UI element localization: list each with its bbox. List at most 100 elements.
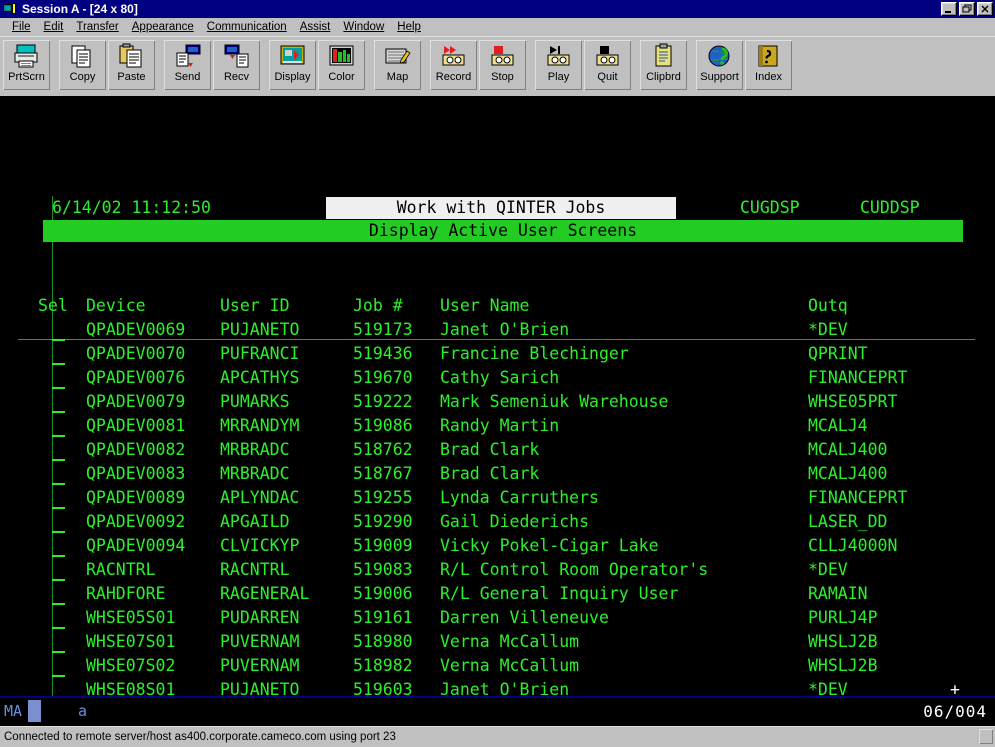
- cell-username: Darren Villeneuve: [440, 608, 609, 627]
- cell-username: R/L Control Room Operator's: [440, 560, 709, 579]
- cell-jobnum: 519173: [353, 320, 413, 339]
- quit-icon: [593, 43, 623, 70]
- cell-jobnum: 519255: [353, 488, 413, 507]
- row-divider-line: [18, 339, 975, 340]
- cell-outq: QPRINT: [808, 344, 868, 363]
- cell-outq: RAMAIN: [808, 584, 868, 603]
- stop-button[interactable]: Stop: [478, 39, 527, 91]
- minimize-button[interactable]: [941, 2, 957, 16]
- sel-input-field[interactable]: [52, 603, 65, 605]
- cell-username: Randy Martin: [440, 416, 560, 435]
- cell-outq: *DEV: [808, 320, 848, 339]
- sel-input-field[interactable]: [52, 555, 65, 557]
- sel-input-field[interactable]: [52, 627, 65, 629]
- index-label: Index: [755, 71, 782, 83]
- sel-input-field[interactable]: [52, 531, 65, 533]
- sel-input-field[interactable]: [52, 507, 65, 509]
- menu-item-appearance[interactable]: Appearance: [126, 20, 201, 34]
- cell-jobnum: 519083: [353, 560, 413, 579]
- status-message: Connected to remote server/host as400.co…: [4, 731, 396, 743]
- resize-grip[interactable]: [979, 729, 993, 744]
- sel-input-field[interactable]: [52, 579, 65, 581]
- restore-button[interactable]: [959, 2, 975, 16]
- menu-item-assist[interactable]: Assist: [294, 20, 338, 34]
- globe-support-icon: [705, 43, 735, 70]
- color-icon: [327, 43, 357, 70]
- play-label: Play: [547, 71, 570, 83]
- prtscrn-button[interactable]: PrtScrn: [2, 39, 51, 91]
- sel-input-field[interactable]: [52, 411, 65, 413]
- play-button[interactable]: Play: [534, 39, 583, 91]
- record-button[interactable]: Record: [429, 39, 478, 91]
- stop-label: Stop: [491, 71, 514, 83]
- cell-username: Brad Clark: [440, 464, 540, 483]
- cell-userid: RAGENERAL: [220, 584, 310, 603]
- menu-item-help[interactable]: Help: [391, 20, 428, 34]
- operator-information-area: MA a 06/004: [0, 696, 995, 726]
- menu-item-transfer[interactable]: Transfer: [70, 20, 125, 34]
- oia-mode: MA: [4, 702, 23, 720]
- recv-label: Recv: [223, 71, 250, 83]
- clipboard-icon: [649, 43, 679, 70]
- menu-item-edit[interactable]: Edit: [38, 20, 71, 34]
- cell-userid: APLYNDAC: [220, 488, 300, 507]
- sel-input-field[interactable]: [52, 651, 65, 653]
- menu-item-window[interactable]: Window: [337, 20, 391, 34]
- quit-button[interactable]: Quit: [583, 39, 632, 91]
- cell-device: QPADEV0089: [86, 488, 186, 507]
- oia-cursor-block: [28, 700, 41, 722]
- menu-item-file[interactable]: File: [6, 20, 38, 34]
- copy-icon: [68, 43, 98, 70]
- cell-userid: PUDARREN: [220, 608, 300, 627]
- map-button[interactable]: Map: [373, 39, 422, 91]
- clipbrd-button[interactable]: Clipbrd: [639, 39, 688, 91]
- sel-input-field[interactable]: [52, 363, 65, 365]
- sel-input-field[interactable]: [52, 483, 65, 485]
- send-icon: [173, 43, 203, 70]
- recv-button[interactable]: Recv: [212, 39, 261, 91]
- window-title-bar[interactable]: Session A - [24 x 80]: [0, 0, 995, 18]
- cell-jobnum: 519222: [353, 392, 413, 411]
- send-label: Send: [174, 71, 201, 83]
- cell-device: QPADEV0081: [86, 416, 186, 435]
- sel-input-field[interactable]: [52, 675, 65, 677]
- cell-username: R/L General Inquiry User: [440, 584, 679, 603]
- cell-jobnum: 518762: [353, 440, 413, 459]
- support-button[interactable]: Support: [695, 39, 744, 91]
- cell-userid: PUMARKS: [220, 392, 290, 411]
- screen-title: Work with QINTER Jobs: [396, 198, 606, 217]
- sel-input-field[interactable]: [52, 339, 65, 341]
- cell-device: QPADEV0079: [86, 392, 186, 411]
- cell-outq: MCALJ400: [808, 464, 888, 483]
- cell-outq: FINANCEPRT: [808, 488, 908, 507]
- cell-username: Francine Blechinger: [440, 344, 629, 363]
- record-icon: [439, 43, 469, 70]
- cell-outq: WHSLJ2B: [808, 632, 878, 651]
- sel-input-field[interactable]: [52, 459, 65, 461]
- toolbar-group-playback: Play Quit: [534, 39, 632, 91]
- paste-button[interactable]: Paste: [107, 39, 156, 91]
- close-button[interactable]: [977, 2, 993, 16]
- prtscrn-label: PrtScrn: [8, 71, 45, 83]
- color-button[interactable]: Color: [317, 39, 366, 91]
- sel-input-field[interactable]: [52, 387, 65, 389]
- display-button[interactable]: Display: [268, 39, 317, 91]
- cell-outq: LASER_DD: [808, 512, 888, 531]
- support-label: Support: [700, 71, 739, 83]
- sel-input-field[interactable]: [52, 435, 65, 437]
- cell-device: QPADEV0076: [86, 368, 186, 387]
- cell-username: Cathy Sarich: [440, 368, 560, 387]
- cell-userid: CLVICKYP: [220, 536, 300, 555]
- session-icon: [3, 2, 18, 16]
- cell-jobnum: 519603: [353, 680, 413, 696]
- send-button[interactable]: Send: [163, 39, 212, 91]
- cell-outq: CLLJ4000N: [808, 536, 898, 555]
- copy-button[interactable]: Copy: [58, 39, 107, 91]
- oia-cursor-position: 06/004: [923, 702, 987, 721]
- index-button[interactable]: Index: [744, 39, 793, 91]
- menu-item-communication[interactable]: Communication: [201, 20, 294, 34]
- terminal-screen[interactable]: 6/14/02 11:12:50 Work with QINTER Jobs C…: [0, 96, 995, 696]
- cell-device: RACNTRL: [86, 560, 156, 579]
- record-label: Record: [435, 71, 472, 83]
- cell-device: QPADEV0094: [86, 536, 186, 555]
